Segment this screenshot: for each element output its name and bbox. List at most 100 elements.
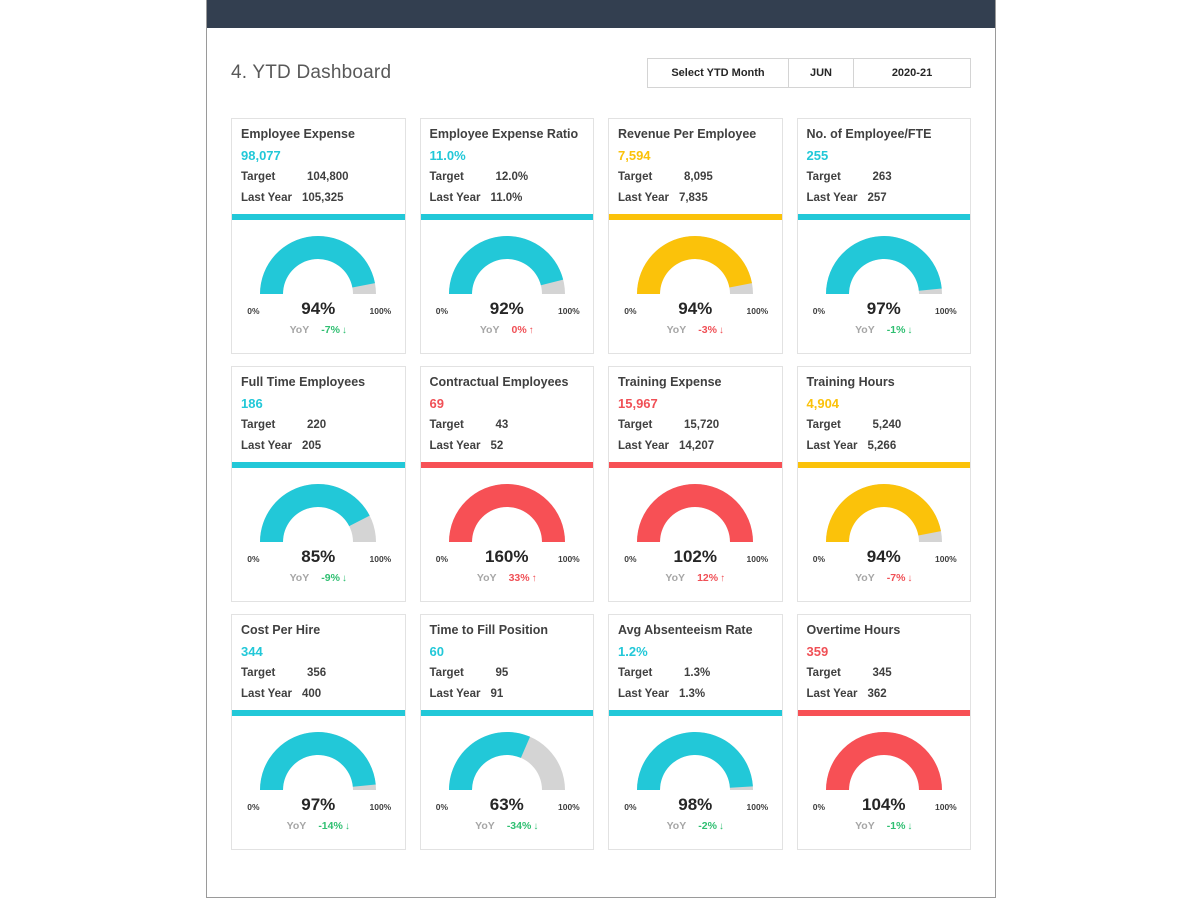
gauge-max-label: 100% — [369, 306, 392, 317]
yoy-percent: 0% — [511, 324, 527, 337]
gauge-max-label: 100% — [558, 554, 580, 565]
yoy-percent: -9% — [321, 572, 340, 585]
kpi-card-header: Training Hours 4,904 Target 5,240 Last Year 5… — [798, 367, 971, 452]
kpi-gauge-section: 0% 104% 100% YoY -1% ↓ — [798, 716, 971, 849]
kpi-card[interactable]: Employee Expense Ratio 11.0% Target 12.0% La… — [419, 118, 594, 354]
kpi-card[interactable]: No. of Employee/FTE 255 Target 263 Last Year… — [796, 118, 971, 354]
dashboard-content: 4. YTD Dashboard Select YTD Month JUN 20… — [207, 28, 995, 897]
page-title: 4. YTD Dashboard — [231, 62, 392, 83]
yoy-row: YoY -1% ↓ — [809, 820, 959, 832]
yoy-value: -34% ↓ — [507, 820, 539, 832]
kpi-card-header: Revenue Per Employee 7,594 Target 8,095 Last… — [609, 119, 782, 204]
yoy-label: YoY — [289, 324, 310, 337]
gauge-labels: 0% 94% 100% — [243, 300, 393, 320]
yoy-percent: -3% — [698, 324, 717, 337]
yoy-label: YoY — [289, 572, 310, 585]
gauge-labels: 0% 97% 100% — [809, 300, 959, 320]
kpi-card[interactable]: Training Expense 15,967 Target 15,720 Last Y… — [608, 366, 783, 602]
kpi-title: Training Hours — [806, 375, 895, 389]
gauge-value-arc — [637, 484, 754, 543]
kpi-last-year-value: 14,207 — [678, 439, 715, 452]
kpi-card[interactable]: Avg Absenteeism Rate 1.2% Target 1.3% Last Y… — [608, 614, 783, 850]
gauge-chart — [631, 728, 759, 794]
arrow-down-icon: ↓ — [344, 821, 350, 833]
kpi-last-year-row: Last Year 7,835 — [618, 192, 773, 205]
gauge-value-arc — [260, 732, 376, 791]
yoy-row: YoY 33% ↑ — [432, 572, 582, 584]
kpi-title: Employee Expense — [241, 127, 355, 141]
kpi-target-label: Target — [241, 667, 276, 680]
kpi-value: 4,904 — [806, 395, 840, 411]
selected-year-value[interactable]: 2020-21 — [854, 59, 970, 87]
kpi-target-value: 263 — [872, 171, 892, 184]
kpi-gauge-section: 0% 98% 100% YoY -2% ↓ — [609, 716, 782, 849]
kpi-gauge-section: 0% 63% 100% YoY -34% ↓ — [421, 716, 594, 849]
arrow-up-icon: ↑ — [531, 573, 537, 585]
kpi-card[interactable]: Cost Per Hire 344 Target 356 Last Year 400 0% 9… — [231, 614, 406, 850]
kpi-last-year-value: 52 — [490, 439, 504, 452]
kpi-target-value: 43 — [495, 419, 509, 432]
kpi-card-header: Training Expense 15,967 Target 15,720 Last Y… — [609, 367, 782, 452]
gauge-chart — [820, 232, 948, 298]
kpi-card[interactable]: Time to Fill Position 60 Target 95 Last Year… — [419, 614, 594, 850]
kpi-last-year-value: 105,325 — [301, 191, 344, 204]
kpi-last-year-label: Last Year — [618, 191, 669, 204]
kpi-target-row: Target 43 — [430, 419, 585, 432]
kpi-card[interactable]: Contractual Employees 69 Target 43 Last Year… — [419, 366, 594, 602]
kpi-title: Full Time Employees — [241, 375, 366, 389]
kpi-target-label: Target — [618, 171, 653, 184]
kpi-title: Cost Per Hire — [241, 623, 321, 637]
kpi-gauge-section: 0% 92% 100% YoY 0% ↑ — [421, 220, 594, 353]
kpi-last-year-row: Last Year 14,207 — [618, 440, 773, 453]
yoy-value: -2% ↓ — [698, 820, 724, 832]
kpi-card[interactable]: Training Hours 4,904 Target 5,240 Last Year 5… — [796, 366, 971, 602]
kpi-card[interactable]: Employee Expense 98,077 Target 104,800 Last … — [231, 118, 406, 354]
ytd-month-selector[interactable]: Select YTD Month JUN 2020-21 — [647, 58, 971, 88]
kpi-target-row: Target 104,800 — [241, 171, 396, 184]
gauge-value-arc — [825, 236, 942, 295]
kpi-card-header: Employee Expense 98,077 Target 104,800 Last … — [232, 119, 405, 204]
kpi-target-row: Target 345 — [807, 667, 962, 680]
kpi-value: 98,077 — [241, 147, 281, 163]
yoy-value: -3% ↓ — [698, 324, 724, 336]
kpi-last-year-label: Last Year — [241, 687, 292, 700]
gauge-chart — [254, 480, 382, 546]
yoy-value: -1% ↓ — [887, 324, 913, 336]
arrow-up-icon: ↑ — [528, 325, 534, 337]
gauge-max-label: 100% — [746, 554, 769, 565]
kpi-card[interactable]: Revenue Per Employee 7,594 Target 8,095 Last… — [608, 118, 783, 354]
kpi-target-value: 345 — [872, 667, 892, 680]
kpi-card[interactable]: Full Time Employees 186 Target 220 Last Year… — [231, 366, 406, 602]
gauge-labels: 0% 160% 100% — [432, 548, 582, 568]
kpi-last-year-value: 362 — [867, 687, 887, 700]
kpi-target-row: Target 12.0% — [430, 171, 585, 184]
yoy-row: YoY 12% ↑ — [620, 572, 770, 584]
kpi-title: Revenue Per Employee — [618, 127, 757, 141]
kpi-target-value: 1.3% — [684, 667, 711, 680]
arrow-down-icon: ↓ — [341, 573, 347, 585]
kpi-last-year-row: Last Year 400 — [241, 688, 396, 701]
yoy-label: YoY — [665, 572, 686, 585]
kpi-target-label: Target — [618, 419, 653, 432]
yoy-percent: -7% — [886, 572, 906, 585]
selected-month-value[interactable]: JUN — [789, 59, 854, 87]
kpi-gauge-section: 0% 94% 100% YoY -7% ↓ — [798, 468, 971, 601]
kpi-target-label: Target — [241, 419, 276, 432]
yoy-label: YoY — [286, 820, 307, 833]
yoy-label: YoY — [475, 820, 495, 833]
yoy-value: -14% ↓ — [318, 820, 350, 832]
kpi-card-header: Employee Expense Ratio 11.0% Target 12.0% La… — [421, 119, 594, 204]
kpi-last-year-value: 400 — [301, 687, 322, 700]
kpi-card[interactable]: Overtime Hours 359 Target 345 Last Year 362 0%… — [796, 614, 971, 850]
kpi-value: 15,967 — [618, 395, 658, 411]
kpi-value: 255 — [806, 147, 829, 163]
kpi-last-year-row: Last Year 362 — [807, 688, 962, 701]
gauge-labels: 0% 94% 100% — [809, 548, 959, 568]
gauge-max-label: 100% — [935, 554, 957, 565]
kpi-gauge-section: 0% 160% 100% YoY 33% ↑ — [421, 468, 594, 601]
kpi-card-header: Cost Per Hire 344 Target 356 Last Year 400 — [232, 615, 405, 700]
gauge-labels: 0% 63% 100% — [432, 796, 582, 816]
yoy-value: 0% ↑ — [511, 324, 533, 336]
kpi-target-row: Target 5,240 — [807, 419, 962, 432]
kpi-card-header: Overtime Hours 359 Target 345 Last Year 362 — [798, 615, 971, 700]
